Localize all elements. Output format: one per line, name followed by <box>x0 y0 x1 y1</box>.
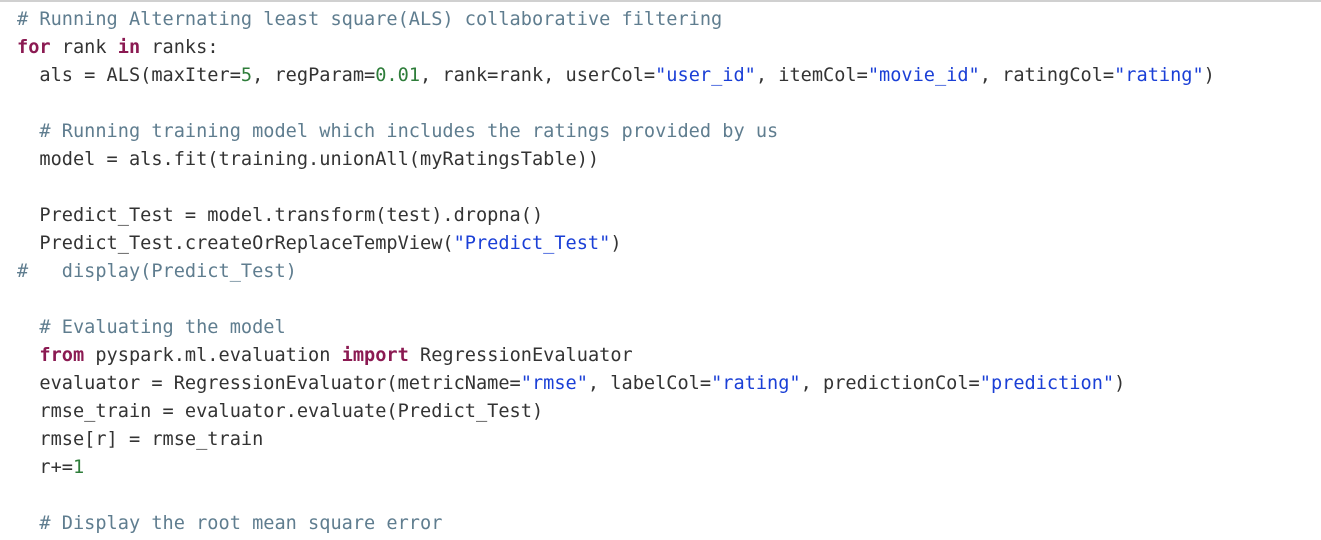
code-line: Predict_Test = model.transform(test).dro… <box>17 202 1321 230</box>
code-text: pyspark.ml.evaluation <box>84 345 342 366</box>
code-line: rmse[r] = rmse_train <box>17 426 1321 454</box>
code-number: 0.01 <box>375 65 421 86</box>
code-editor[interactable]: # Running Alternating least square(ALS) … <box>0 2 1321 538</box>
code-text: model = als.fit(training.unionAll(myRati… <box>17 149 600 170</box>
code-text: als = ALS(maxIter= <box>17 65 241 86</box>
code-text: , rank=rank, userCol= <box>420 65 656 86</box>
code-line: rmse_train = evaluator.evaluate(Predict_… <box>17 398 1321 426</box>
code-text: ranks: <box>140 37 219 58</box>
code-keyword: for <box>17 37 51 58</box>
code-text: rmse[r] = rmse_train <box>17 429 264 450</box>
code-text: evaluator = RegressionEvaluator(metricNa… <box>17 373 521 394</box>
code-text: rmse_train = evaluator.evaluate(Predict_… <box>17 401 544 422</box>
code-keyword: import <box>341 345 409 366</box>
code-string: "prediction" <box>979 373 1115 394</box>
code-line: for rank in ranks: <box>17 34 1321 62</box>
code-line: Predict_Test.createOrReplaceTempView("Pr… <box>17 230 1321 258</box>
code-comment: # Running training model which includes … <box>39 121 779 142</box>
code-comment: # Running Alternating least square(ALS) … <box>17 9 723 30</box>
code-cell[interactable]: # Running Alternating least square(ALS) … <box>0 2 1321 540</box>
code-line: als = ALS(maxIter=5, regParam=0.01, rank… <box>17 62 1321 90</box>
code-comment: # display(Predict_Test) <box>17 261 297 282</box>
code-line: # Running training model which includes … <box>17 118 1321 146</box>
code-keyword: in <box>117 37 141 58</box>
code-text: Predict_Test.createOrReplaceTempView( <box>17 233 454 254</box>
code-comment: # Display the root mean square error <box>39 513 443 534</box>
code-string: "rmse" <box>520 373 588 394</box>
code-line: model = als.fit(training.unionAll(myRati… <box>17 146 1321 174</box>
code-text: , ratingCol= <box>979 65 1115 86</box>
code-text: r+= <box>17 457 73 478</box>
code-string: "rating" <box>711 373 801 394</box>
code-string: "rating" <box>1114 65 1204 86</box>
code-string: "user_id" <box>655 65 756 86</box>
code-comment: # Evaluating the model <box>39 317 286 338</box>
code-line: # display(Predict_Test) <box>17 258 1321 286</box>
code-text: Predict_Test = model.transform(test).dro… <box>17 205 544 226</box>
code-text: ) <box>1114 373 1126 394</box>
code-text: RegressionEvaluator <box>408 345 633 366</box>
code-line: evaluator = RegressionEvaluator(metricNa… <box>17 370 1321 398</box>
code-text: , itemCol= <box>755 65 868 86</box>
code-keyword: from <box>39 345 85 366</box>
code-line: # Display the root mean square error <box>17 510 1321 538</box>
code-text: , labelCol= <box>587 373 712 394</box>
code-line: from pyspark.ml.evaluation import Regres… <box>17 342 1321 370</box>
code-line: r+=1 <box>17 454 1321 482</box>
code-line: # Running Alternating least square(ALS) … <box>17 6 1321 34</box>
code-text: rank <box>50 37 118 58</box>
code-string: "movie_id" <box>867 65 980 86</box>
code-text: ) <box>610 233 622 254</box>
code-number: 5 <box>240 65 253 86</box>
code-number: 1 <box>72 457 85 478</box>
code-string: "Predict_Test" <box>453 233 611 254</box>
code-text: ) <box>1203 65 1215 86</box>
code-line: # Evaluating the model <box>17 314 1321 342</box>
code-text: , predictionCol= <box>800 373 980 394</box>
code-text: , regParam= <box>252 65 376 86</box>
